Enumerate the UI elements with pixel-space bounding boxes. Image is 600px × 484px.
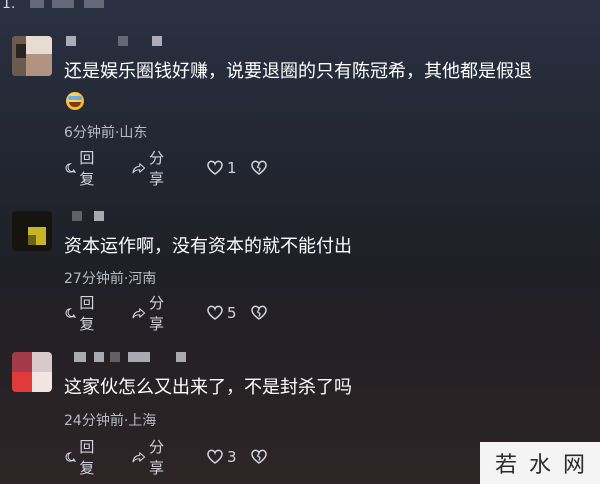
broken-heart-icon [251, 305, 267, 320]
comment-time-location: 27分钟前·河南 [64, 271, 157, 287]
blurred-username [66, 36, 76, 46]
blurred-username [118, 36, 128, 46]
reply-icon [65, 163, 77, 173]
share-icon [132, 308, 146, 319]
heart-icon [207, 305, 223, 320]
dislike-button[interactable] [250, 302, 268, 324]
blurred-username [152, 36, 162, 46]
comment-time-location: 24分钟前·上海 [64, 413, 157, 429]
reply-label: 回复 [79, 438, 95, 477]
share-label: 分享 [149, 294, 165, 333]
list-index: 1. [2, 0, 16, 12]
comment-text: 还是娱乐圈钱好赚，说要退圈的只有陈冠希，其他都是假退 [64, 61, 532, 82]
share-button[interactable]: 分享 [132, 294, 170, 333]
comment-time-location: 6分钟前·山东 [64, 125, 148, 141]
avatar[interactable] [12, 211, 52, 251]
blurred-username [176, 352, 186, 362]
crying-laughing-emoji-icon [66, 92, 84, 110]
like-button[interactable]: 5 [206, 302, 237, 324]
share-icon [132, 452, 146, 463]
reply-button[interactable]: 回复 [64, 294, 100, 333]
like-count: 3 [227, 448, 237, 466]
blurred-username [72, 211, 82, 221]
reply-label: 回复 [79, 294, 95, 333]
reply-icon [65, 308, 77, 318]
blurred-text [52, 0, 74, 8]
like-count: 5 [227, 304, 237, 322]
share-label: 分享 [149, 149, 165, 188]
like-button[interactable]: 1 [206, 157, 237, 179]
previous-item-marker: 1. [0, 0, 120, 18]
dislike-button[interactable] [250, 157, 268, 179]
blurred-username [94, 211, 104, 221]
share-button[interactable]: 分享 [132, 438, 170, 477]
avatar[interactable] [12, 36, 52, 76]
like-button[interactable]: 3 [206, 446, 237, 468]
share-label: 分享 [149, 438, 165, 477]
comment-text: 资本运作啊，没有资本的就不能付出 [64, 236, 352, 257]
avatar[interactable] [12, 352, 52, 392]
comment-text: 这家伙怎么又出来了，不是封杀了吗 [64, 377, 352, 398]
reply-button[interactable]: 回复 [64, 149, 100, 188]
blurred-username [94, 352, 104, 362]
blurred-text [84, 0, 104, 8]
blurred-text [30, 0, 44, 8]
broken-heart-icon [251, 160, 267, 175]
blurred-username [128, 352, 150, 362]
broken-heart-icon [251, 449, 267, 464]
reply-button[interactable]: 回复 [64, 438, 100, 477]
reply-label: 回复 [79, 149, 95, 188]
share-icon [132, 163, 146, 174]
heart-icon [207, 160, 223, 175]
share-button[interactable]: 分享 [132, 149, 170, 188]
heart-icon [207, 449, 223, 464]
blurred-username [74, 352, 86, 362]
reply-icon [65, 452, 77, 462]
like-count: 1 [227, 159, 237, 177]
dislike-button[interactable] [250, 446, 268, 468]
site-watermark: 若水网 [480, 442, 600, 484]
blurred-username [110, 352, 120, 362]
